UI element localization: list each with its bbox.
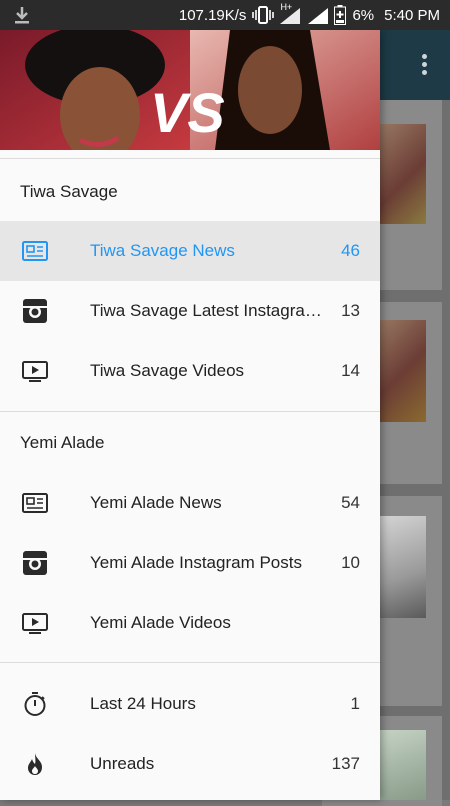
menu-item-unreads[interactable]: Unreads 137 (0, 734, 380, 794)
status-bar: 107.19K/s H+ 6% 5:40 PM (0, 0, 450, 30)
timer-icon (24, 692, 46, 716)
section-title-yemi-alade: Yemi Alade (20, 433, 105, 452)
menu-item-count: 1 (350, 694, 360, 713)
vs-text: VS (150, 81, 225, 144)
menu-item-count: 54 (341, 493, 360, 512)
menu-item-label: Tiwa Savage Latest Instagram Posts (90, 301, 328, 320)
download-icon (15, 7, 29, 24)
menu-item-count: 137 (331, 754, 360, 773)
section-title-tiwa-savage: Tiwa Savage (20, 182, 118, 201)
signal-icon: H+ (280, 2, 302, 24)
overflow-menu-icon[interactable] (422, 54, 428, 76)
divider (0, 662, 380, 663)
menu-item-count: 10 (341, 553, 360, 572)
network-speed: 107.19K/s (178, 6, 247, 24)
navigation-drawer: VS Tiwa Savage Tiwa Savage News 46 Tiwa … (0, 30, 380, 800)
fire-icon (28, 753, 42, 775)
drawer-header-image: VS (0, 30, 380, 150)
menu-item-count: 46 (341, 241, 360, 260)
divider (0, 158, 380, 159)
menu-item-label: Yemi Alade Instagram Posts (90, 553, 302, 572)
menu-item-yemi-alade-videos[interactable]: Yemi Alade Videos (0, 593, 380, 653)
menu-item-label: Tiwa Savage Videos (90, 361, 245, 380)
menu-item-tiwa-savage-news[interactable]: Tiwa Savage News 46 (0, 221, 380, 281)
video-icon (22, 361, 48, 382)
battery-level: 6% (352, 6, 375, 24)
newspaper-icon (22, 241, 48, 261)
instagram-icon (23, 551, 47, 575)
battery-icon (334, 5, 347, 25)
menu-item-yemi-alade-news[interactable]: Yemi Alade News 54 (0, 473, 380, 533)
video-icon (22, 613, 48, 634)
menu-item-tiwa-savage-videos[interactable]: Tiwa Savage Videos 14 (0, 341, 380, 401)
menu-item-label: Yemi Alade News (90, 493, 222, 512)
vibrate-icon (252, 6, 275, 24)
menu-item-count: 14 (341, 361, 360, 380)
menu-item-yemi-alade-instagram[interactable]: Yemi Alade Instagram Posts 10 (0, 533, 380, 593)
menu-item-label: Unreads (90, 754, 155, 773)
signal-icon-2 (308, 8, 329, 24)
menu-item-tiwa-savage-instagram[interactable]: Tiwa Savage Latest Instagram Posts 13 (0, 281, 380, 341)
menu-item-label: Tiwa Savage News (90, 241, 235, 260)
divider (0, 411, 380, 412)
menu-item-last-24-hours[interactable]: Last 24 Hours 1 (0, 674, 380, 734)
menu-item-label: Last 24 Hours (90, 694, 196, 713)
clock: 5:40 PM (384, 6, 440, 24)
menu-item-label: Yemi Alade Videos (90, 613, 231, 632)
menu-item-count: 13 (341, 301, 360, 320)
instagram-icon (23, 299, 47, 323)
newspaper-icon (22, 493, 48, 513)
